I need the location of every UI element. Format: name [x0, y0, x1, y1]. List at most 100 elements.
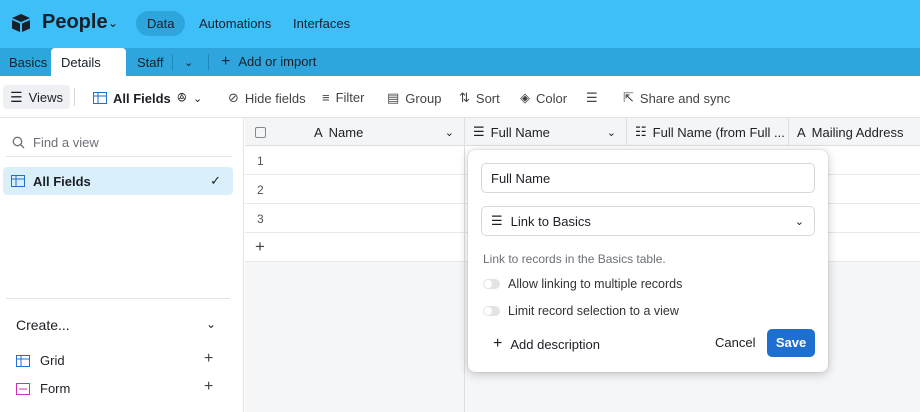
- frozen-column-divider: [245, 146, 465, 412]
- column-header-mailing-address[interactable]: A Mailing Address: [789, 118, 920, 146]
- grid-icon: [16, 354, 30, 367]
- text-icon: A: [797, 124, 806, 140]
- create-grid-label: Grid: [40, 353, 65, 368]
- allow-multiple-option[interactable]: Allow linking to multiple records: [483, 277, 682, 291]
- grid-icon: [11, 175, 25, 187]
- chevron-down-icon[interactable]: ⌄: [445, 126, 454, 139]
- eye-off-icon: ⊘: [228, 90, 239, 105]
- column-label: Name: [328, 124, 364, 140]
- share-and-sync-button[interactable]: ⇱ Share and sync: [623, 90, 730, 106]
- base-name[interactable]: People: [42, 11, 108, 34]
- plus-icon[interactable]: +: [204, 350, 213, 368]
- plus-icon: +: [221, 53, 231, 70]
- column-label: Full Name: [490, 124, 550, 140]
- views-sidebar: Find a view All Fields ✓ Create... ⌄ Gri…: [0, 118, 244, 412]
- row-height-button[interactable]: ☰: [586, 90, 598, 106]
- add-or-import-label: Add or import: [238, 54, 317, 69]
- limit-to-view-toggle[interactable]: [483, 306, 500, 316]
- create-view-header[interactable]: Create...: [16, 317, 70, 333]
- share-icon: ⇱: [623, 90, 634, 105]
- view-toolbar: ☰ Views All Fields ꔮ ⌄ ⊘ Hide fields ≡ F…: [0, 76, 920, 118]
- tab-basics[interactable]: Basics: [9, 48, 47, 76]
- column-header-lookup[interactable]: ☷ Full Name (from Full ...: [627, 118, 789, 146]
- color-label: Color: [536, 90, 568, 106]
- tab-details-label: Details: [61, 55, 101, 70]
- toolbar-divider: [74, 88, 75, 106]
- field-type-label: Link to Basics: [510, 213, 591, 229]
- group-icon: ▤: [387, 90, 400, 105]
- table-tabs: Basics Details ⌄ Staff ⌄ + Add or import: [0, 48, 920, 100]
- allow-multiple-toggle[interactable]: [483, 279, 500, 289]
- cancel-button[interactable]: Cancel: [715, 335, 755, 350]
- base-logo-icon[interactable]: [10, 12, 32, 34]
- current-view-button[interactable]: All Fields ꔮ ⌄: [93, 90, 202, 106]
- add-or-import-button[interactable]: + Add or import: [221, 48, 316, 76]
- people-icon: ꔮ: [176, 90, 187, 105]
- chevron-down-icon: ⌄: [794, 215, 804, 228]
- create-grid-item[interactable]: Grid: [16, 353, 65, 368]
- group-label: Group: [405, 90, 442, 106]
- divider: [6, 156, 232, 157]
- select-all-checkbox[interactable]: [255, 126, 266, 138]
- hide-fields-label: Hide fields: [244, 90, 306, 106]
- views-button[interactable]: ☰ Views: [3, 85, 71, 109]
- save-button[interactable]: Save: [767, 329, 815, 357]
- field-type-hint: Link to records in the Basics table.: [483, 252, 666, 266]
- app-header: People ⌄ Data Automations Interfaces: [0, 0, 920, 48]
- add-description-button[interactable]: + Add description: [493, 335, 600, 353]
- column-label: Full Name (from Full ...: [652, 124, 785, 140]
- chevron-down-icon[interactable]: ⌄: [206, 317, 216, 331]
- paint-bucket-icon: ◈: [520, 90, 530, 105]
- tab-staff[interactable]: Staff: [137, 48, 164, 76]
- chevron-down-icon[interactable]: ⌄: [108, 16, 118, 30]
- tab-details[interactable]: Details ⌄: [51, 48, 126, 100]
- divider: [6, 298, 230, 299]
- link-icon: ☰: [491, 213, 503, 228]
- hide-fields-button[interactable]: ⊘ Hide fields: [228, 90, 306, 106]
- grid-header: A Name ⌄ ☰ Full Name ⌄ ☷ Full Name (from…: [245, 118, 920, 146]
- filter-button[interactable]: ≡ Filter: [322, 90, 364, 105]
- column-header-name[interactable]: A Name ⌄: [245, 118, 465, 146]
- create-form-item[interactable]: Form: [16, 381, 70, 396]
- group-button[interactable]: ▤ Group: [387, 90, 441, 106]
- nav-data[interactable]: Data: [136, 11, 186, 36]
- row-height-icon: ☰: [586, 90, 598, 105]
- current-view-label: All Fields: [113, 90, 171, 106]
- sort-button[interactable]: ⇅ Sort: [459, 90, 500, 106]
- tab-divider: [172, 54, 173, 70]
- plus-icon: +: [493, 335, 503, 352]
- sidebar-item-all-fields[interactable]: All Fields ✓: [3, 167, 233, 195]
- chevron-down-icon[interactable]: ⌄: [184, 48, 193, 76]
- find-view-placeholder: Find a view: [33, 135, 99, 150]
- filter-icon: ≡: [322, 90, 330, 105]
- sort-icon: ⇅: [459, 90, 470, 105]
- menu-icon: ☰: [10, 88, 23, 105]
- sidebar-item-label: All Fields: [33, 173, 91, 189]
- sort-label: Sort: [475, 90, 500, 106]
- share-label: Share and sync: [639, 90, 731, 106]
- grid-icon: [93, 92, 107, 104]
- form-icon: [16, 382, 30, 395]
- limit-to-view-label: Limit record selection to a view: [508, 304, 679, 318]
- color-button[interactable]: ◈ Color: [520, 90, 567, 106]
- field-name-input[interactable]: Full Name: [481, 163, 815, 193]
- column-header-full-name[interactable]: ☰ Full Name ⌄: [465, 118, 627, 146]
- nav-interfaces[interactable]: Interfaces: [282, 11, 361, 36]
- search-icon: [12, 136, 25, 149]
- limit-to-view-option[interactable]: Limit record selection to a view: [483, 304, 679, 318]
- nav-automations[interactable]: Automations: [188, 11, 282, 36]
- tab-divider: [208, 54, 209, 70]
- check-icon: ✓: [210, 173, 221, 188]
- link-icon: ☰: [473, 124, 485, 139]
- add-description-label: Add description: [510, 336, 600, 352]
- field-type-select[interactable]: ☰ Link to Basics ⌄: [481, 206, 815, 236]
- filter-label: Filter: [335, 90, 365, 105]
- field-editor-popup: Full Name ☰ Link to Basics ⌄ Link to rec…: [468, 150, 828, 372]
- chevron-down-icon[interactable]: ⌄: [607, 126, 616, 139]
- plus-icon[interactable]: +: [204, 378, 213, 396]
- allow-multiple-label: Allow linking to multiple records: [508, 277, 683, 291]
- create-form-label: Form: [40, 381, 71, 396]
- column-label: Mailing Address: [811, 124, 904, 140]
- find-view-search[interactable]: Find a view: [12, 135, 99, 150]
- views-label: Views: [28, 89, 64, 105]
